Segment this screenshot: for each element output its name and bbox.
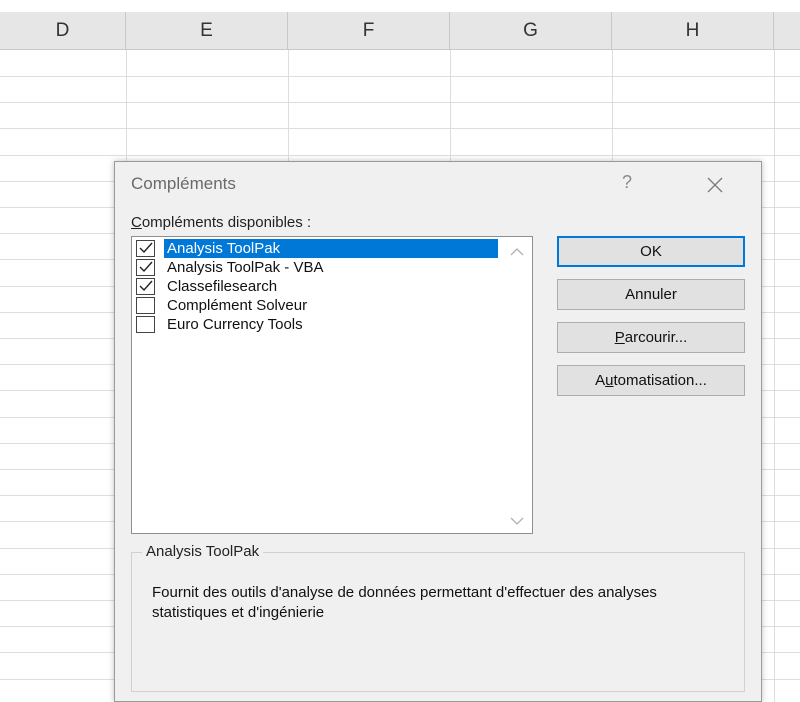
column-label: E [200, 19, 213, 41]
ribbon-edge [0, 0, 800, 12]
listbox-scrollbar[interactable] [503, 238, 531, 532]
description-title: Analysis ToolPak [142, 543, 264, 560]
accelerator-key: C [131, 214, 142, 231]
browse-button[interactable]: Parcourir... [557, 322, 745, 353]
label-text: ompléments disponibles : [141, 214, 312, 231]
grid-row-line [0, 155, 800, 156]
accelerator-key: P [614, 329, 625, 346]
column-header-g[interactable]: G [450, 12, 612, 50]
addin-checkbox[interactable] [136, 316, 155, 333]
grid-row-line [0, 76, 800, 77]
column-label: H [685, 19, 700, 41]
addins-listbox[interactable]: Analysis ToolPak Analysis ToolPak - VBA … [131, 236, 533, 534]
column-header-e[interactable]: E [126, 12, 288, 50]
scroll-up-icon[interactable] [509, 245, 525, 257]
column-label: G [523, 19, 538, 41]
addin-label: Euro Currency Tools [167, 316, 303, 333]
dialog-title: Compléments [131, 174, 236, 193]
column-header-f[interactable]: F [288, 12, 450, 50]
addin-label: Classefilesearch [167, 278, 278, 295]
column-header-d[interactable]: D [0, 12, 126, 50]
addin-checkbox[interactable] [136, 259, 155, 276]
addin-label: Analysis ToolPak [164, 239, 498, 258]
ok-button[interactable]: OK [557, 236, 745, 267]
addin-label: Analysis ToolPak - VBA [167, 259, 324, 276]
description-group: Analysis ToolPak Fournit des outils d'an… [131, 543, 745, 692]
column-label: F [362, 19, 375, 41]
addin-analysis-toolpak-vba[interactable]: Analysis ToolPak - VBA [135, 258, 515, 277]
button-label: arcourir... [624, 329, 688, 346]
addin-label: Complément Solveur [167, 297, 308, 314]
addins-dialog: Compléments ? Compléments disponibles : … [114, 161, 762, 702]
column-header-h[interactable]: H [612, 12, 774, 50]
description-text: Fournit des outils d'analyse de données … [152, 584, 657, 621]
button-label: tomatisation... [613, 372, 707, 389]
addin-classefilesearch[interactable]: Classefilesearch [135, 277, 515, 296]
grid-row-line [0, 128, 800, 129]
cancel-button[interactable]: Annuler [557, 279, 745, 310]
addin-checkbox[interactable] [136, 240, 155, 257]
addin-analysis-toolpak[interactable]: Analysis ToolPak [135, 239, 515, 258]
addin-euro-currency-tools[interactable]: Euro Currency Tools [135, 315, 515, 334]
scroll-down-icon[interactable] [509, 514, 525, 526]
addin-checkbox[interactable] [136, 278, 155, 295]
column-label: D [55, 19, 70, 41]
help-icon[interactable]: ? [615, 170, 639, 194]
addin-solver[interactable]: Complément Solveur [135, 296, 515, 315]
close-icon[interactable] [700, 170, 730, 200]
grid-row-line [0, 102, 800, 103]
column-header-i[interactable] [774, 12, 800, 50]
available-addins-label: Compléments disponibles : [131, 214, 311, 231]
button-label: A [595, 372, 606, 389]
dialog-title-bar[interactable]: Compléments ? [115, 162, 761, 206]
addin-checkbox[interactable] [136, 297, 155, 314]
automation-button[interactable]: Automatisation... [557, 365, 745, 396]
grid-column-line [774, 50, 775, 702]
